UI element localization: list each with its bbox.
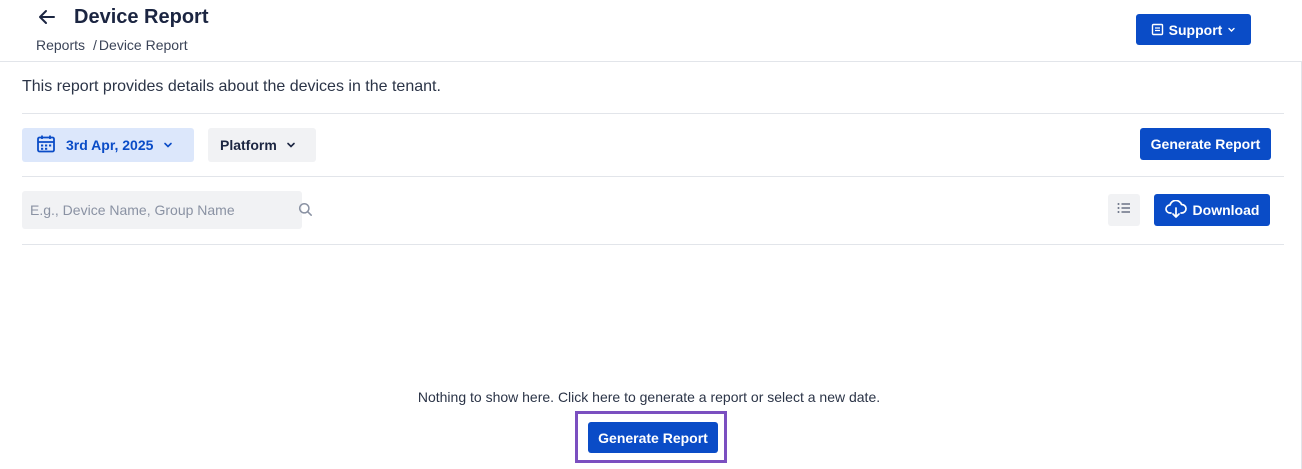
search-input[interactable] (22, 191, 272, 229)
platform-filter-button[interactable]: Platform (208, 128, 316, 162)
chevron-down-icon (286, 137, 296, 153)
page-title: Device Report (74, 6, 209, 28)
document-icon (1151, 23, 1164, 36)
chevron-down-icon (1227, 25, 1236, 34)
search-icon[interactable] (298, 202, 313, 222)
empty-state-message: Nothing to show here. Click here to gene… (417, 389, 881, 405)
divider (22, 176, 1284, 177)
page-header: Device Report Reports / Device Report Su… (0, 0, 1302, 62)
breadcrumb-separator: / (93, 37, 97, 53)
divider (22, 113, 1284, 114)
arrow-left-icon[interactable] (36, 7, 58, 27)
download-button[interactable]: Download (1154, 194, 1270, 226)
breadcrumb: Reports / Device Report (36, 37, 188, 53)
breadcrumb-current: Device Report (98, 37, 188, 53)
date-picker-button[interactable]: 3rd Apr, 2025 (22, 128, 194, 162)
chevron-down-icon (163, 137, 173, 153)
cloud-download-icon (1164, 199, 1187, 221)
support-button[interactable]: Support (1136, 14, 1251, 45)
list-icon (1117, 201, 1131, 219)
download-label: Download (1192, 202, 1260, 218)
breadcrumb-reports-link[interactable]: Reports (36, 37, 85, 53)
search-box (22, 191, 312, 229)
generate-report-empty-button[interactable]: Generate Report (588, 422, 718, 453)
divider (22, 244, 1284, 245)
column-settings-button[interactable] (1108, 194, 1140, 226)
date-label: 3rd Apr, 2025 (66, 137, 154, 153)
calendar-icon (36, 134, 56, 157)
generate-report-button[interactable]: Generate Report (1140, 128, 1271, 160)
support-label: Support (1168, 21, 1223, 38)
platform-label: Platform (220, 137, 277, 153)
report-description: This report provides details about the d… (22, 78, 441, 95)
